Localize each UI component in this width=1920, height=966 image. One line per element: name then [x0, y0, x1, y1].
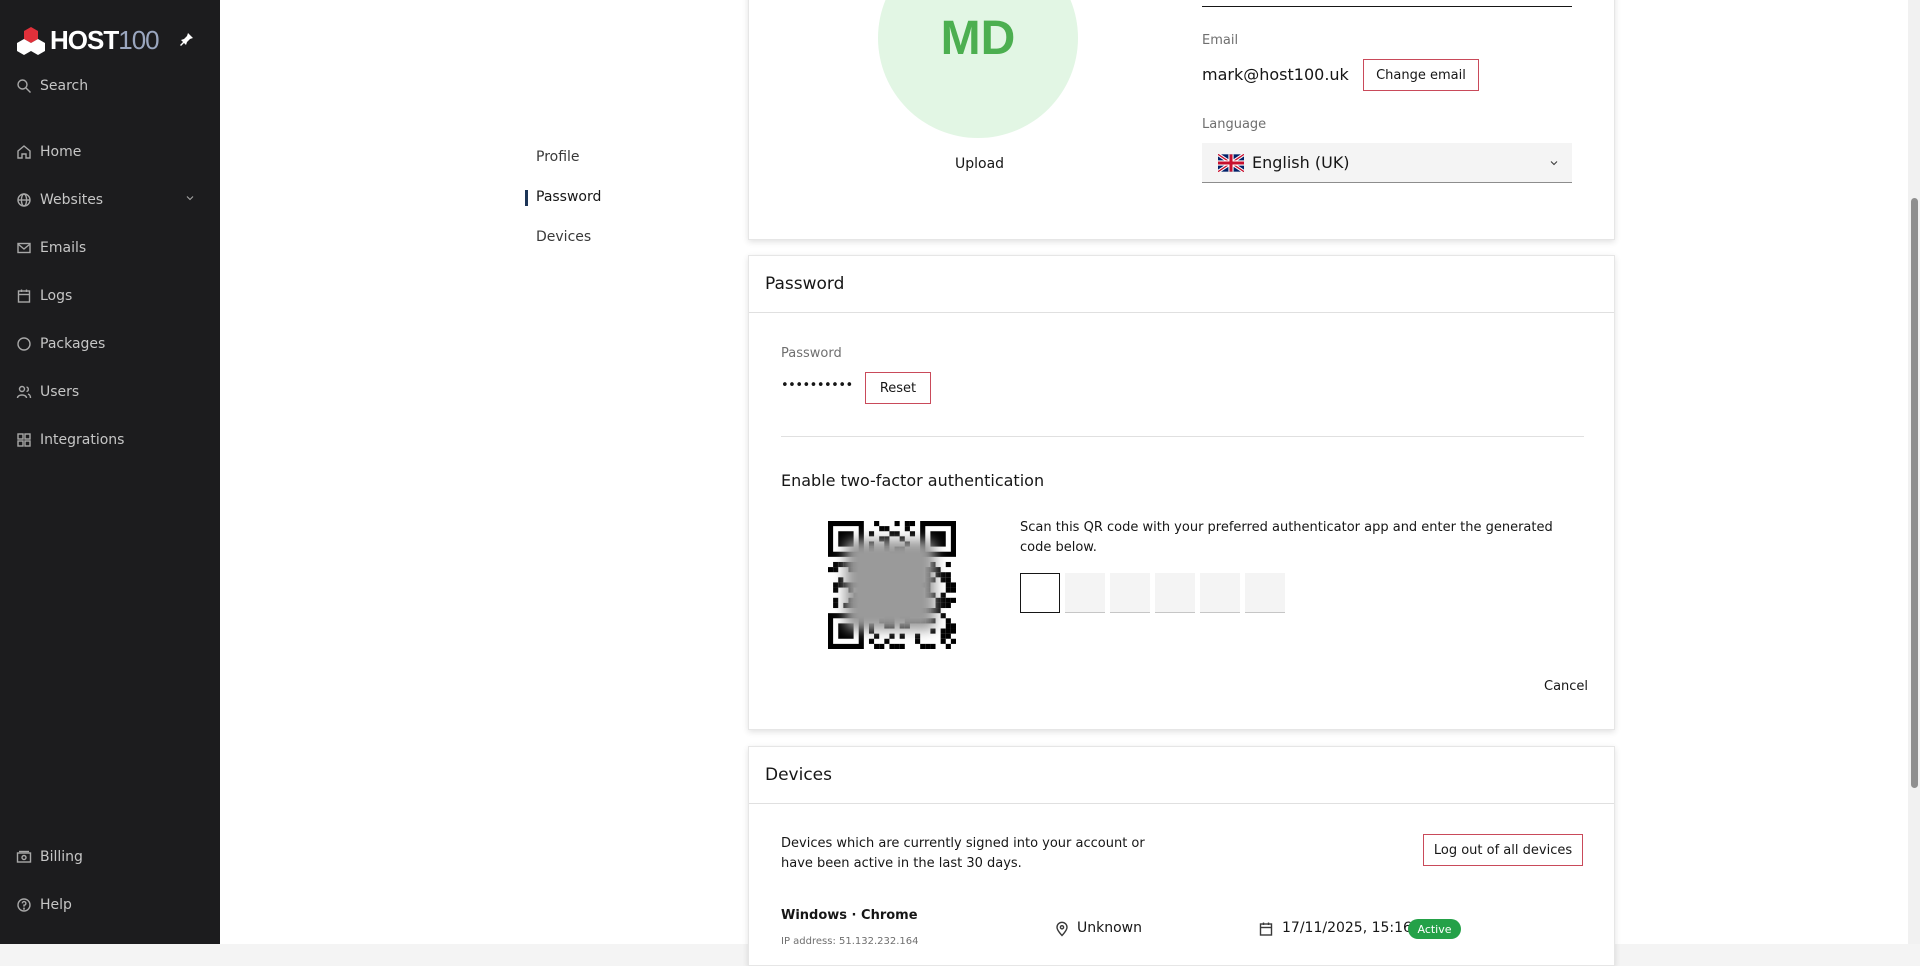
code-digit-input[interactable]: [1110, 573, 1150, 613]
sidebar-item-label: Help: [40, 897, 72, 913]
cancel-button[interactable]: Cancel: [1544, 679, 1588, 694]
logout-all-devices-button[interactable]: Log out of all devices: [1423, 834, 1583, 866]
sidebar-item-label: Emails: [40, 240, 87, 256]
subnav-password[interactable]: Password: [536, 189, 601, 205]
billing-icon: [16, 850, 32, 863]
section-divider: [781, 436, 1584, 437]
brand-name: HOST100: [50, 24, 160, 55]
sidebar-item-home[interactable]: Home: [16, 140, 196, 164]
device-last-active: 17/11/2025, 15:16: [1282, 920, 1412, 936]
search-icon: [17, 79, 31, 93]
code-digit-input[interactable]: [1245, 573, 1285, 613]
sidebar-item-logs[interactable]: Logs: [16, 284, 196, 308]
sidebar-item-help[interactable]: Help: [16, 893, 196, 917]
sidebar-item-label: Users: [40, 384, 80, 400]
pin-icon[interactable]: [180, 32, 194, 50]
sidebar-item-label: Logs: [40, 288, 73, 304]
sidebar-item-billing[interactable]: Billing: [16, 845, 196, 869]
calendar-icon: [1259, 922, 1273, 936]
subnav-active-indicator: [525, 190, 528, 206]
devices-card-title: Devices: [749, 747, 1614, 804]
device-location: Unknown: [1077, 920, 1142, 936]
code-digit-input[interactable]: [1155, 573, 1195, 613]
subnav-devices[interactable]: Devices: [536, 229, 591, 245]
language-value: English (UK): [1252, 153, 1350, 172]
password-label: Password: [781, 346, 842, 361]
code-digit-input[interactable]: [1020, 573, 1060, 613]
sidebar-item-label: Packages: [40, 336, 106, 352]
code-digit-input[interactable]: [1200, 573, 1240, 613]
grid-icon: [17, 433, 31, 447]
language-select[interactable]: English (UK): [1202, 143, 1572, 183]
device-ip: IP address: 51.132.232.164: [781, 936, 919, 947]
change-email-button[interactable]: Change email: [1363, 59, 1479, 91]
users-icon: [16, 385, 32, 399]
chevron-down-icon: [186, 196, 194, 201]
brand-logo[interactable]: HOST100: [16, 24, 160, 56]
avatar-initials: MD: [940, 11, 1016, 65]
name-field-underline: [1202, 6, 1572, 7]
subnav-profile[interactable]: Profile: [536, 149, 580, 165]
devices-description: Devices which are currently signed into …: [781, 836, 1145, 871]
email-label: Email: [1202, 33, 1239, 48]
sidebar-item-websites[interactable]: Websites: [16, 188, 196, 212]
code-digit-input[interactable]: [1065, 573, 1105, 613]
language-label: Language: [1202, 117, 1267, 132]
sidebar-item-label: Websites: [40, 192, 104, 208]
circle-icon: [17, 337, 31, 351]
logo-cubes-icon: [17, 27, 45, 55]
search-label: Search: [40, 78, 89, 94]
globe-icon: [17, 193, 31, 207]
sidebar-item-label: Integrations: [40, 432, 125, 448]
status-badge: Active: [1408, 919, 1461, 939]
calendar-icon: [17, 289, 31, 303]
sidebar-item-integrations[interactable]: Integrations: [16, 428, 196, 452]
reset-password-button[interactable]: Reset: [865, 372, 931, 404]
sidebar: HOST100 Search Home Websites Emails Logs…: [0, 0, 220, 944]
qr-code-blur: [845, 540, 935, 630]
sidebar-item-packages[interactable]: Packages: [16, 332, 196, 356]
email-value: mark@host100.uk: [1202, 65, 1349, 84]
mail-icon: [17, 242, 31, 254]
help-icon: [17, 898, 31, 912]
sidebar-item-emails[interactable]: Emails: [16, 236, 196, 260]
scrollbar-thumb[interactable]: [1911, 198, 1918, 788]
password-mask: ••••••••••: [781, 378, 853, 393]
sidebar-item-label: Home: [40, 144, 82, 160]
twofa-instructions: Scan this QR code with your preferred au…: [1020, 520, 1553, 555]
sidebar-item-label: Billing: [40, 849, 83, 865]
password-card-title: Password: [749, 256, 1614, 313]
location-pin-icon: [1056, 921, 1068, 937]
scrollbar[interactable]: [1908, 0, 1920, 944]
uk-flag-icon: [1218, 153, 1244, 172]
sidebar-item-users[interactable]: Users: [16, 380, 196, 404]
twofa-title: Enable two-factor authentication: [781, 471, 1045, 490]
home-icon: [17, 145, 31, 159]
device-name: Windows · Chrome: [781, 908, 918, 923]
chevron-down-icon: [1550, 160, 1558, 165]
sidebar-search[interactable]: Search: [16, 78, 88, 94]
password-card: Password: [748, 255, 1615, 730]
upload-avatar-button[interactable]: Upload: [955, 156, 1004, 172]
